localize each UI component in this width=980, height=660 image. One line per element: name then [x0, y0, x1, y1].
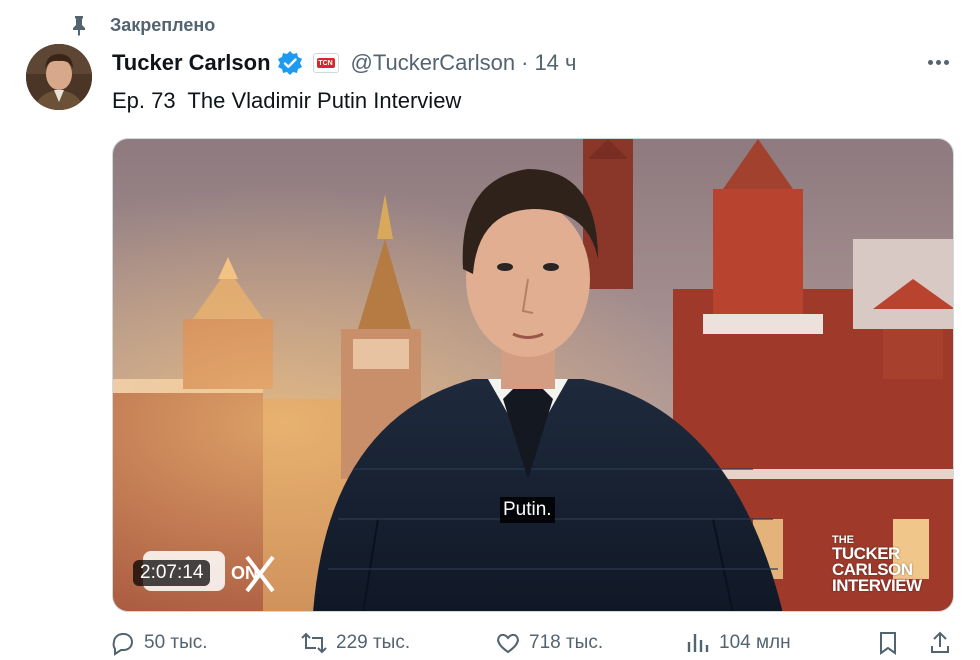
reply-icon — [112, 633, 133, 656]
repost-button[interactable]: 229 тыс. — [300, 630, 410, 656]
video-frame: ON — [113, 139, 953, 611]
more-dot-icon — [927, 60, 933, 65]
repost-count: 229 тыс. — [336, 632, 411, 653]
pin-icon — [68, 14, 90, 36]
video-player[interactable]: ON — [112, 138, 954, 612]
views-icon — [687, 634, 709, 652]
affiliate-text: TCN — [316, 58, 335, 68]
author-name[interactable]: Tucker Carlson — [112, 50, 271, 76]
watermark-line: INTERVIEW — [832, 576, 922, 595]
share-button[interactable] — [928, 630, 960, 656]
more-dot-icon — [943, 60, 949, 65]
tweet-actions: 50 тыс. 229 тыс. 718 тыс. 104 млн — [110, 630, 950, 660]
views-count: 104 млн — [719, 632, 791, 653]
views-button[interactable]: 104 млн — [685, 630, 791, 656]
tweet-timestamp[interactable]: 14 ч — [534, 50, 576, 76]
more-dot-icon — [935, 60, 941, 65]
video-duration: 2:07:14 — [133, 560, 211, 586]
pinned-label: Закреплено — [110, 14, 216, 35]
pinned-indicator: Закреплено — [68, 14, 215, 36]
author-handle[interactable]: @TuckerCarlson — [351, 50, 516, 76]
video-subtitle: Putin. — [500, 497, 555, 523]
repost-icon — [301, 632, 327, 654]
share-icon — [931, 631, 949, 653]
reply-count: 50 тыс. — [144, 632, 208, 653]
reply-button[interactable]: 50 тыс. — [110, 630, 208, 656]
bookmark-icon — [880, 632, 896, 655]
bookmark-button[interactable] — [876, 630, 908, 656]
separator-dot: · — [521, 50, 529, 75]
avatar[interactable] — [26, 44, 92, 110]
like-count: 718 тыс. — [529, 632, 604, 653]
tweet-text: Ep. 73 The Vladimir Putin Interview — [112, 88, 462, 113]
show-watermark: THE TUCKER CARLSON INTERVIEW — [832, 534, 922, 594]
verified-badge-icon[interactable] — [277, 50, 303, 76]
tcn-affiliate-badge[interactable]: TCN — [312, 53, 339, 73]
like-button[interactable]: 718 тыс. — [495, 630, 603, 656]
more-options-button[interactable] — [926, 52, 952, 72]
tweet-header: Tucker Carlson TCN @TuckerCarlson · 14 ч — [112, 48, 576, 78]
heart-icon — [497, 633, 519, 654]
